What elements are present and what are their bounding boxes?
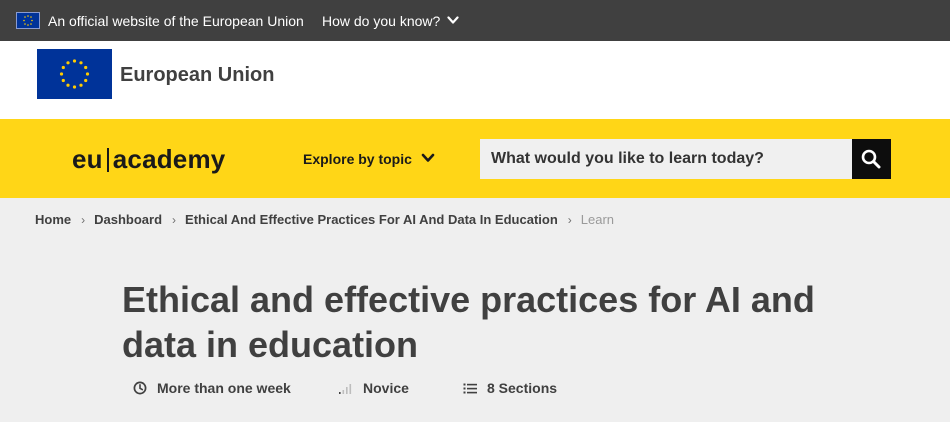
brand-eu: eu (72, 144, 103, 174)
search-icon (861, 149, 881, 169)
page-title: Ethical and effective practices for AI a… (122, 279, 815, 365)
search-input[interactable] (480, 139, 852, 179)
list-icon (463, 383, 477, 394)
chevron-down-icon (421, 153, 435, 162)
breadcrumb: Home › Dashboard › Ethical And Effective Pra… (35, 212, 614, 227)
european-union-title: European Union (120, 64, 275, 86)
duration-text: More than one week (157, 380, 291, 396)
brand-academy: academy (112, 144, 226, 174)
breadcrumb-home[interactable]: Home (35, 212, 71, 227)
explore-label: Explore by topic (303, 151, 412, 167)
breadcrumb-current: Learn (580, 212, 615, 227)
eu-logo-icon[interactable] (37, 49, 112, 99)
eu-flag-icon (16, 12, 40, 29)
clock-icon (133, 381, 147, 395)
chevron-right-icon: › (172, 213, 177, 227)
chevron-right-icon: › (567, 213, 572, 227)
chevron-right-icon: › (81, 213, 86, 227)
search-button[interactable] (852, 139, 891, 179)
official-website-text: An official website of the European Unio… (48, 13, 304, 29)
sections-text: 8 Sections (487, 380, 558, 396)
chevron-down-icon (447, 16, 459, 24)
signal-bars-icon (339, 384, 352, 394)
official-banner: An official website of the European Unio… (0, 0, 950, 41)
eu-header: European Union (0, 41, 950, 119)
explore-by-topic-button[interactable]: Explore by topic (303, 151, 435, 167)
brand-separator (106, 148, 109, 172)
breadcrumb-dashboard[interactable]: Dashboard (94, 212, 162, 227)
breadcrumb-course[interactable]: Ethical And Effective Practices For AI A… (185, 212, 558, 227)
level-text: Novice (363, 380, 409, 396)
how-do-you-know-label: How do you know? (322, 13, 441, 29)
how-do-you-know-toggle[interactable]: How do you know? (322, 13, 459, 29)
eu-academy-logo[interactable]: eu academy (72, 144, 225, 175)
